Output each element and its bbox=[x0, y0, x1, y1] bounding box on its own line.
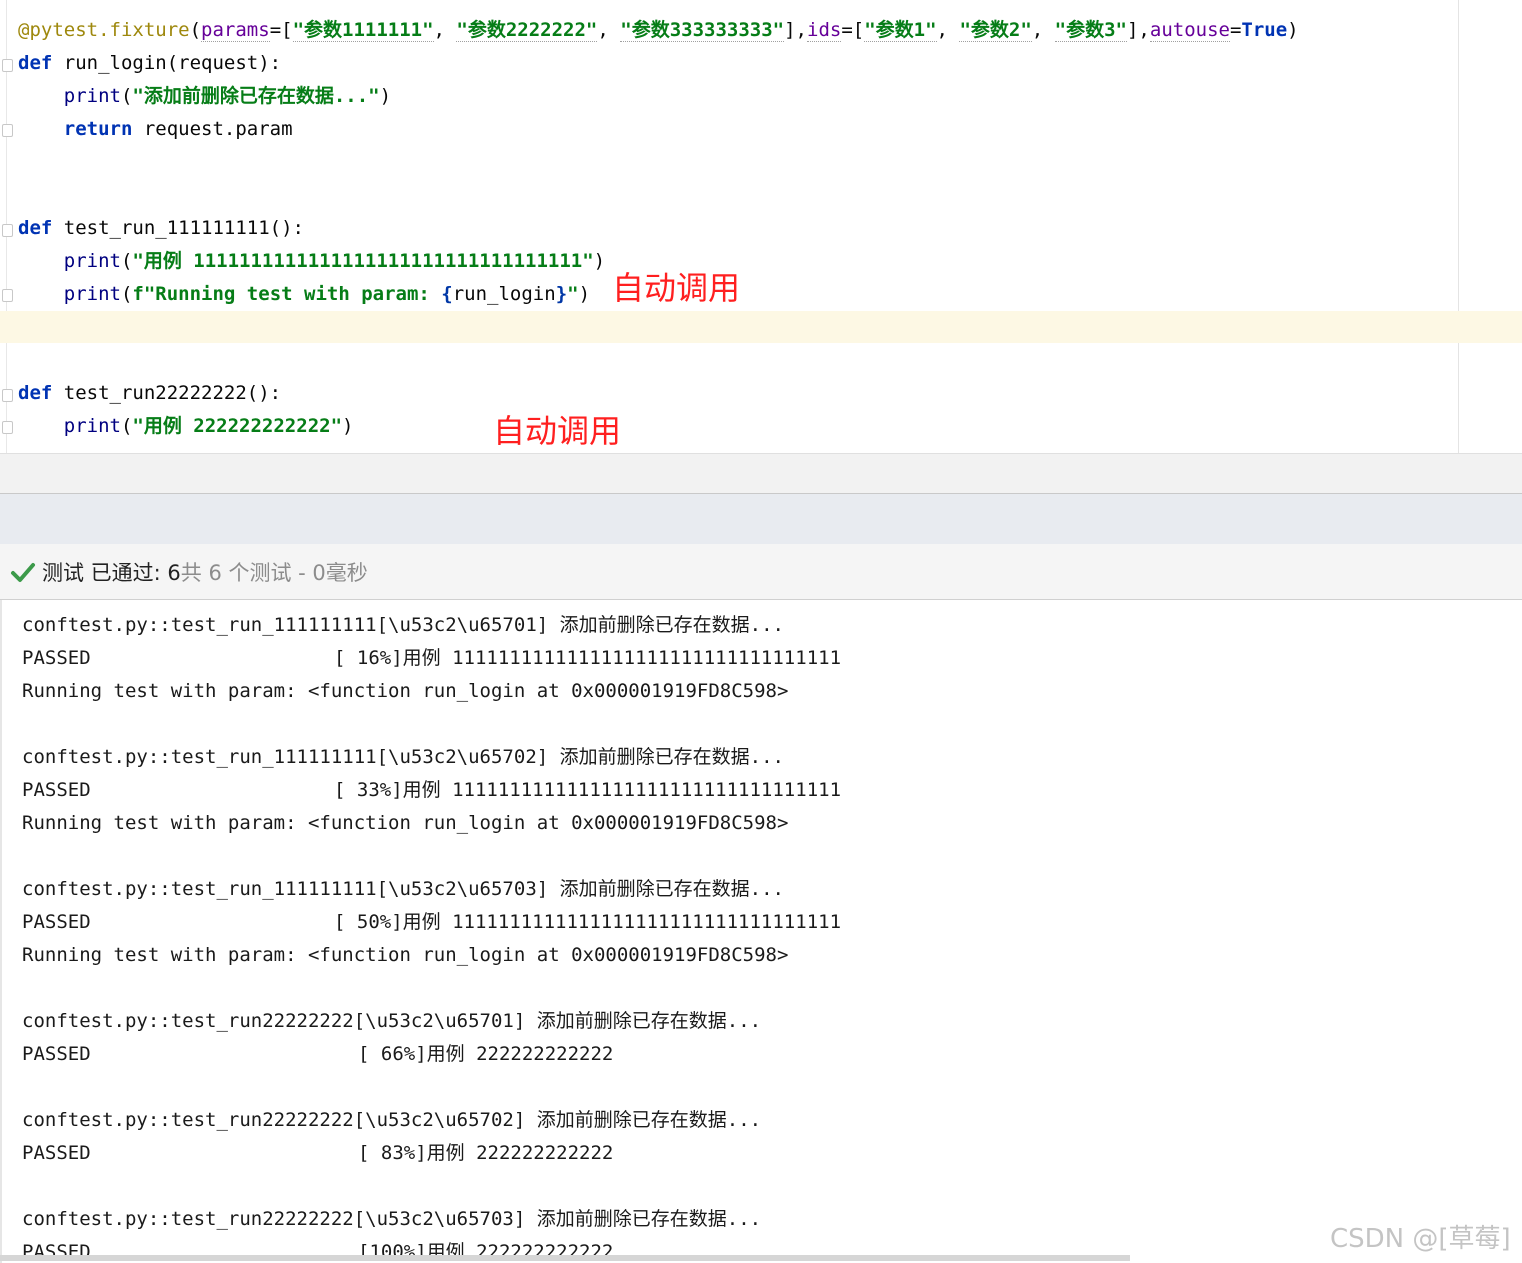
punct-token: , bbox=[597, 19, 621, 41]
decorator-token: @pytest.fixture bbox=[18, 19, 190, 41]
builtin-token: print bbox=[63, 415, 121, 437]
builtin-token: print bbox=[63, 85, 121, 107]
string-token: "参数1" bbox=[864, 19, 937, 42]
paren-token: ) bbox=[342, 415, 354, 437]
fold-marker-icon[interactable] bbox=[2, 389, 13, 402]
console-left-border bbox=[0, 600, 2, 1263]
code-line-def-run-login[interactable]: def run_login(request): bbox=[18, 47, 281, 80]
code-line-print[interactable]: print("用例 222222222222") bbox=[18, 410, 354, 443]
brace-token: { bbox=[441, 283, 453, 305]
console-test-header: conftest.py::test_run22222222[\u53c2\u65… bbox=[22, 1010, 762, 1032]
builtin-token: print bbox=[63, 250, 121, 272]
code-text: test_run22222222(): bbox=[52, 382, 282, 404]
current-line-highlight bbox=[0, 311, 1522, 343]
punct-token: ], bbox=[1126, 19, 1150, 41]
string-token: "用例 1111111111111111111111111111111111" bbox=[132, 250, 594, 272]
string-token: "参数3" bbox=[1054, 19, 1127, 42]
console-test-header: conftest.py::test_run22222222[\u53c2\u65… bbox=[22, 1109, 762, 1131]
code-line-def-test-run-1[interactable]: def test_run_111111111(): bbox=[18, 212, 304, 245]
fold-marker-icon[interactable] bbox=[2, 289, 13, 302]
code-line-print[interactable]: print("用例 111111111111111111111111111111… bbox=[18, 245, 605, 278]
punct-token: , bbox=[1031, 19, 1055, 41]
console-test-header: conftest.py::test_run_111111111[\u53c2\u… bbox=[22, 614, 784, 636]
console-test-header: conftest.py::test_run_111111111[\u53c2\u… bbox=[22, 878, 784, 900]
punct-token: , bbox=[433, 19, 457, 41]
paren-token: ) bbox=[578, 283, 591, 305]
brace-token: } bbox=[555, 283, 568, 305]
code-text: run_login(request): bbox=[52, 52, 282, 74]
fold-marker-icon[interactable] bbox=[2, 421, 13, 434]
test-status-bar: 测试 已通过: 6 共 6 个测试 - 0毫秒 bbox=[0, 544, 1522, 600]
console-passed-line: PASSED[ 33%]用例 1111111111111111111111111… bbox=[22, 779, 842, 801]
string-token: " bbox=[567, 283, 579, 305]
code-editor[interactable]: @pytest.fixture(params=["参数1111111", "参数… bbox=[0, 0, 1522, 453]
panel-splitter[interactable] bbox=[0, 493, 1522, 545]
kwarg-autouse: autouse bbox=[1149, 19, 1230, 42]
string-token: "用例 222222222222" bbox=[132, 415, 343, 437]
console-passed-line: PASSED[ 83%]用例 222222222222 bbox=[22, 1142, 614, 1164]
horizontal-scrollbar[interactable] bbox=[0, 1255, 1130, 1261]
watermark: CSDN @[草莓] bbox=[1330, 1224, 1511, 1254]
paren-token: ) bbox=[593, 250, 606, 272]
paren-token: ( bbox=[120, 250, 133, 272]
keyword-token: def bbox=[18, 382, 53, 404]
console-passed-line: PASSED[ 16%]用例 1111111111111111111111111… bbox=[22, 647, 842, 669]
paren-token: ( bbox=[120, 415, 133, 437]
fold-marker-icon[interactable] bbox=[2, 59, 13, 72]
console-passed-line: PASSED[ 50%]用例 1111111111111111111111111… bbox=[22, 911, 842, 933]
console-running-line: Running test with param: <function run_l… bbox=[22, 812, 789, 834]
code-line-print-fstring[interactable]: print(f"Running test with param: {run_lo… bbox=[18, 278, 590, 311]
paren-token: ( bbox=[189, 19, 202, 41]
console-running-line: Running test with param: <function run_l… bbox=[22, 944, 789, 966]
test-console-output[interactable]: conftest.py::test_run_111111111[\u53c2\u… bbox=[0, 600, 1522, 1263]
paren-token: ) bbox=[1287, 19, 1299, 41]
code-line-print[interactable]: print("添加前删除已存在数据...") bbox=[18, 80, 391, 113]
string-token: "参数2222222" bbox=[456, 19, 598, 42]
code-text: test_run_111111111(): bbox=[52, 217, 304, 239]
console-passed-line: PASSED[ 66%]用例 222222222222 bbox=[22, 1043, 614, 1065]
punct-token: = bbox=[1229, 19, 1242, 41]
keyword-token: def bbox=[18, 217, 53, 239]
punct-token: ], bbox=[784, 19, 807, 41]
string-token: "参数2" bbox=[959, 19, 1032, 42]
code-text: request.param bbox=[132, 118, 293, 140]
punct-token: , bbox=[936, 19, 960, 41]
string-token: "参数1111111" bbox=[292, 19, 434, 42]
kwarg-ids: ids bbox=[807, 19, 842, 42]
kwarg-params: params bbox=[201, 19, 270, 42]
check-icon bbox=[11, 562, 35, 582]
console-test-header: conftest.py::test_run22222222[\u53c2\u65… bbox=[22, 1208, 762, 1230]
punct-token: =[ bbox=[269, 19, 293, 41]
fold-marker-icon[interactable] bbox=[2, 124, 13, 137]
code-line-return[interactable]: return request.param bbox=[18, 113, 293, 146]
keyword-token: True bbox=[1241, 19, 1288, 41]
punct-token: =[ bbox=[841, 19, 865, 41]
annotation-auto-call: 自动调用 bbox=[612, 269, 741, 307]
console-test-header: conftest.py::test_run_111111111[\u53c2\u… bbox=[22, 746, 784, 768]
keyword-token: def bbox=[18, 52, 53, 74]
tests-detail-label: 共 6 个测试 - 0毫秒 bbox=[180, 560, 368, 585]
paren-token: ( bbox=[120, 85, 133, 107]
paren-token: ) bbox=[379, 85, 392, 107]
fold-marker-icon[interactable] bbox=[2, 224, 13, 237]
right-margin-guide bbox=[1458, 0, 1459, 453]
keyword-token: return bbox=[63, 118, 133, 140]
tests-passed-label: 测试 已通过: 6 bbox=[42, 560, 181, 585]
string-token: "添加前删除已存在数据..." bbox=[132, 85, 380, 107]
string-token: f"Running test with param: bbox=[132, 283, 442, 305]
code-line-def-test-run-2[interactable]: def test_run22222222(): bbox=[18, 377, 281, 410]
string-token: "参数333333333" bbox=[620, 19, 785, 42]
builtin-token: print bbox=[63, 283, 121, 305]
variable-token: run_login bbox=[452, 283, 556, 305]
editor-bottom-strip bbox=[0, 453, 1522, 494]
annotation-auto-call: 自动调用 bbox=[493, 412, 622, 450]
paren-token: ( bbox=[120, 283, 133, 305]
console-running-line: Running test with param: <function run_l… bbox=[22, 680, 789, 702]
code-line-decorator[interactable]: @pytest.fixture(params=["参数1111111", "参数… bbox=[18, 14, 1299, 47]
